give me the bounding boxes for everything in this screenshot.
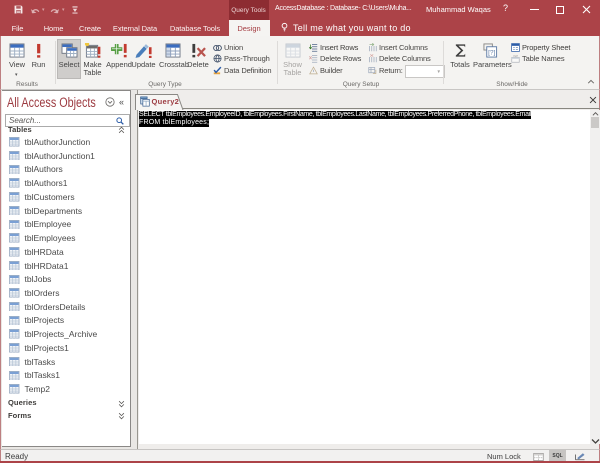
svg-text:[?]: [?] (488, 50, 495, 57)
